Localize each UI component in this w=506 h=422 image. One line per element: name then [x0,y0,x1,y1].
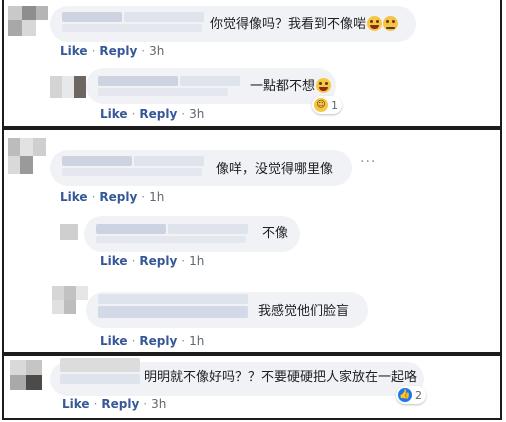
comment-actions: Like · Reply · 3h [60,44,165,58]
comment-actions: Like · Reply · 3h [62,397,167,411]
reaction-count: 2 [415,388,422,402]
more-options-icon[interactable]: ··· [360,154,376,170]
comment-text: 你觉得像吗？我看到不像啱 [210,16,399,33]
comment-thread-2: 像咩，没觉得哪里像 ··· Like · Reply · 1h 不像 Like · Repl… [2,128,502,354]
reply-text: 我感觉他们脸盲 [258,304,349,320]
reaction-count-badge[interactable]: 👍 2 [396,386,426,404]
comment-thread-1: 你觉得像吗？我看到不像啱 Like · Reply · 3h 一點都不想 ☺ 1 Lik… [2,0,502,128]
laughing-face-icon [316,78,332,93]
like-link[interactable]: Like [60,190,88,204]
replier-name[interactable] [96,224,166,234]
timestamp[interactable]: 1h [189,334,204,348]
like-link[interactable]: Like [62,397,90,411]
haha-reaction-icon: ☺ [314,98,328,112]
reply-link[interactable]: Reply [139,334,177,348]
like-link[interactable]: Like [100,254,128,268]
reply-actions: Like · Reply · 3h [100,107,205,121]
reply-actions: Like · Reply · 1h [100,254,205,268]
avatar[interactable] [50,76,86,98]
reply-text-content: 我感觉他们脸盲 [258,304,350,319]
reply-link[interactable]: Reply [99,44,137,58]
reply-link[interactable]: Reply [99,190,137,204]
timestamp[interactable]: 3h [151,397,166,411]
like-link[interactable]: Like [100,334,128,348]
comment-text-content: 像咩，没觉得哪里像 [216,162,334,177]
timestamp[interactable]: 3h [149,44,164,58]
like-link[interactable]: Like [100,107,128,121]
replier-name[interactable] [98,294,248,304]
comment-actions: Like · Reply · 1h [60,190,165,204]
avatar[interactable] [60,224,78,240]
commenter-name[interactable] [62,156,132,166]
comment-thread-3: 明明就不像好吗？？不要硬硬把人家放在一起咯 👍 2 Like · Reply · 3h [2,354,502,420]
reaction-count: 1 [331,98,338,112]
reply-link[interactable]: Reply [101,397,139,411]
reply-text-content: 不像 [262,226,289,241]
reply-link[interactable]: Reply [139,254,177,268]
avatar[interactable] [8,6,48,36]
comment-text: 明明就不像好吗？？不要硬硬把人家放在一起咯 [144,370,417,386]
commenter-name[interactable] [62,12,122,22]
reply-text: 不像 [262,226,288,242]
timestamp[interactable]: 1h [189,254,204,268]
reply-text-content: 一點都不想 [250,79,316,94]
thinking-face-icon [383,16,399,31]
like-reaction-icon: 👍 [398,388,412,402]
reply-text: 一點都不想 [250,78,332,95]
comment-text-content: 你觉得像吗？我看到不像啱 [210,17,367,32]
like-link[interactable]: Like [60,44,88,58]
commenter-name[interactable] [60,358,140,372]
timestamp[interactable]: 1h [149,190,164,204]
comment-text-content: 明明就不像好吗？？不要硬硬把人家放在一起咯 [144,370,418,385]
reply-link[interactable]: Reply [139,107,177,121]
avatar[interactable] [10,360,42,390]
reply-actions: Like · Reply · 1h [100,334,205,348]
reaction-count-badge[interactable]: ☺ 1 [312,96,342,114]
comment-text: 像咩，没觉得哪里像 [216,162,333,178]
timestamp[interactable]: 3h [189,107,204,121]
avatar[interactable] [52,286,88,314]
avatar[interactable] [8,138,46,174]
replier-name[interactable] [98,76,178,86]
rolling-on-floor-laughing-icon [367,16,383,31]
